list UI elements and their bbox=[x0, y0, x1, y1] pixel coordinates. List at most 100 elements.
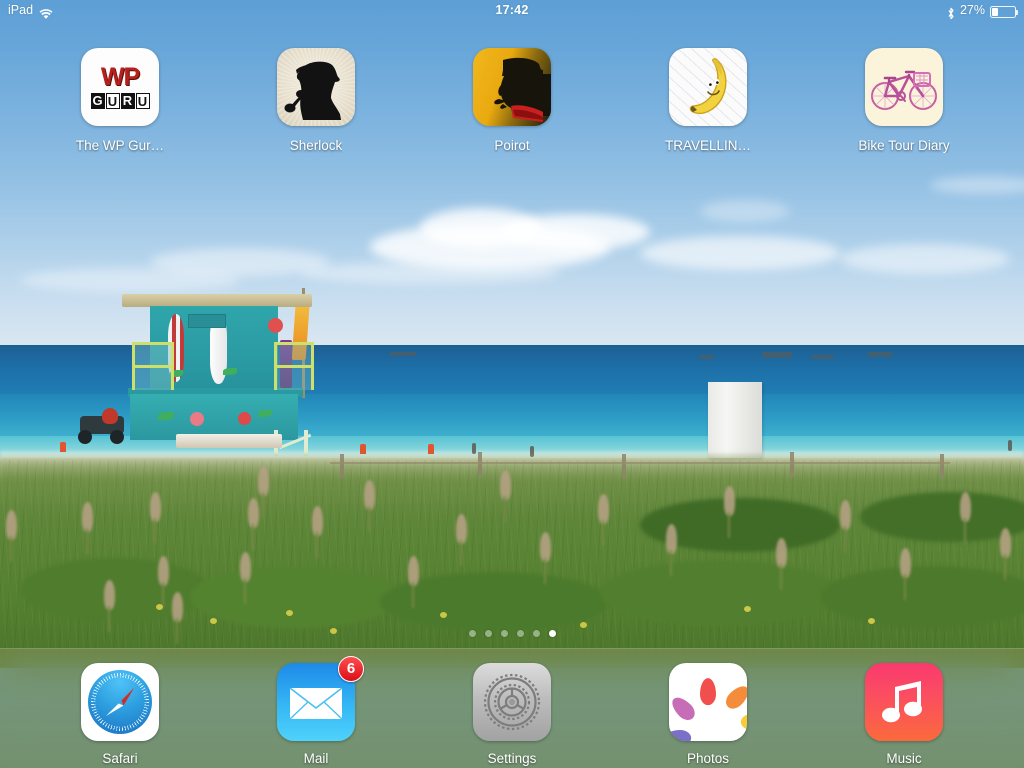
yellow-flower bbox=[286, 610, 293, 616]
dock-app-music[interactable]: Music bbox=[806, 663, 1002, 766]
cloud bbox=[20, 268, 240, 292]
bluetooth-icon bbox=[947, 6, 955, 19]
dock-app-label: Safari bbox=[102, 751, 138, 766]
grass-plume bbox=[776, 538, 787, 590]
grass-plume bbox=[248, 498, 259, 550]
banana-icon[interactable] bbox=[669, 48, 747, 126]
dock-app-settings[interactable]: Settings bbox=[414, 663, 610, 766]
grass-plume bbox=[960, 492, 971, 544]
page-dot[interactable] bbox=[532, 630, 540, 637]
beach-bench bbox=[176, 434, 282, 448]
photos-petal bbox=[740, 714, 747, 731]
fence-post bbox=[790, 452, 794, 476]
distant-boat bbox=[812, 355, 834, 359]
grass-plume bbox=[598, 494, 609, 546]
page-indicator-dots[interactable] bbox=[0, 630, 1024, 637]
yellow-flower bbox=[580, 622, 587, 628]
grass-plume bbox=[540, 532, 551, 584]
cloud bbox=[840, 244, 1010, 274]
photos-flower-icon[interactable] bbox=[669, 663, 747, 741]
app-sherlock[interactable]: Sherlock bbox=[218, 48, 414, 153]
photos-petal bbox=[669, 693, 699, 724]
yellow-flower bbox=[744, 606, 751, 612]
app-poirot[interactable]: Poirot bbox=[414, 48, 610, 153]
poirot-silhouette-icon[interactable] bbox=[473, 48, 551, 126]
safari-compass-icon[interactable] bbox=[81, 663, 159, 741]
grass-plume bbox=[150, 492, 161, 544]
app-label: Poirot bbox=[494, 138, 530, 153]
wp-guru-guru-text: G U R U bbox=[90, 93, 150, 109]
bush bbox=[820, 566, 1024, 628]
dock-app-mail[interactable]: 6 Mail bbox=[218, 656, 414, 766]
app-bike-tour-diary[interactable]: Bike Tour Diary bbox=[806, 48, 1002, 153]
app-label: The WP Gur… bbox=[75, 138, 165, 153]
page-dot[interactable] bbox=[500, 630, 508, 637]
grass-plume bbox=[258, 466, 269, 518]
page-dot[interactable] bbox=[468, 630, 476, 637]
yellow-flower bbox=[210, 618, 217, 624]
cloud bbox=[640, 236, 840, 270]
cloud bbox=[500, 214, 650, 250]
wp-guru-wp-text: WP bbox=[100, 63, 140, 91]
grass-plume bbox=[500, 470, 511, 522]
grass-plume bbox=[6, 510, 17, 562]
beach-person bbox=[1008, 440, 1012, 451]
lifeguard-tower bbox=[122, 288, 314, 456]
dock-app-label: Music bbox=[886, 751, 922, 766]
yellow-flower bbox=[440, 612, 447, 618]
settings-gears-icon[interactable] bbox=[473, 663, 551, 741]
sherlock-silhouette-icon[interactable] bbox=[277, 48, 355, 126]
fence-post bbox=[340, 454, 344, 478]
distant-boat bbox=[700, 355, 714, 359]
beach-white-panel bbox=[708, 382, 762, 458]
fence-wire bbox=[330, 462, 950, 464]
cloud bbox=[300, 262, 560, 284]
yellow-flower bbox=[156, 604, 163, 610]
bush bbox=[190, 566, 400, 628]
photos-petal bbox=[722, 682, 747, 713]
yellow-flower bbox=[868, 618, 875, 624]
battery-percent-label: 27% bbox=[959, 3, 985, 17]
dock-app-label: Mail bbox=[303, 751, 329, 766]
cloud bbox=[700, 200, 790, 222]
wp-letter: U bbox=[105, 93, 120, 109]
mail-badge: 6 bbox=[338, 656, 364, 682]
app-travelling-banana[interactable]: TRAVELLIN… bbox=[610, 48, 806, 153]
status-bar: iPad 17:42 27% bbox=[0, 0, 1024, 20]
beach-atv bbox=[76, 408, 128, 444]
app-the-wp-guru[interactable]: WP G U R U The WP Gur… bbox=[22, 48, 218, 153]
wp-letter: R bbox=[120, 93, 135, 109]
grass-plume bbox=[1000, 528, 1011, 580]
bicycle-icon[interactable] bbox=[865, 48, 943, 126]
dock: Safari 6 Mail Settings Photos Music bbox=[0, 648, 1024, 768]
page-dot[interactable] bbox=[484, 630, 492, 637]
fence-post bbox=[622, 454, 626, 478]
dock-app-label: Photos bbox=[686, 751, 730, 766]
grass-plume bbox=[172, 592, 183, 644]
wp-guru-icon[interactable]: WP G U R U bbox=[81, 48, 159, 126]
distant-boat bbox=[390, 352, 416, 356]
wp-letter: G bbox=[90, 93, 105, 109]
photos-petal bbox=[733, 736, 747, 741]
dock-app-safari[interactable]: Safari bbox=[22, 663, 218, 766]
dock-app-label: Settings bbox=[487, 751, 537, 766]
grass-plume bbox=[104, 580, 115, 632]
grass-plume bbox=[312, 506, 323, 558]
app-label: Sherlock bbox=[289, 138, 343, 153]
dock-app-photos[interactable]: Photos bbox=[610, 663, 806, 766]
grass-plume bbox=[724, 486, 735, 538]
app-label: Bike Tour Diary bbox=[858, 138, 950, 153]
grass-plume bbox=[408, 556, 419, 608]
grass-plume bbox=[158, 556, 169, 608]
page-dot[interactable] bbox=[516, 630, 524, 637]
fence-post bbox=[478, 452, 482, 476]
grass-plume bbox=[666, 524, 677, 576]
fence-post bbox=[940, 454, 944, 478]
music-note-icon[interactable] bbox=[865, 663, 943, 741]
page-dot[interactable] bbox=[548, 630, 556, 637]
status-bar-clock: 17:42 bbox=[495, 3, 529, 17]
home-screen-icon-grid: WP G U R U The WP Gur… Sherlock Poirot T… bbox=[0, 48, 1024, 153]
app-label: TRAVELLIN… bbox=[664, 138, 752, 153]
battery-icon bbox=[990, 6, 1018, 18]
distant-boat bbox=[868, 352, 892, 357]
